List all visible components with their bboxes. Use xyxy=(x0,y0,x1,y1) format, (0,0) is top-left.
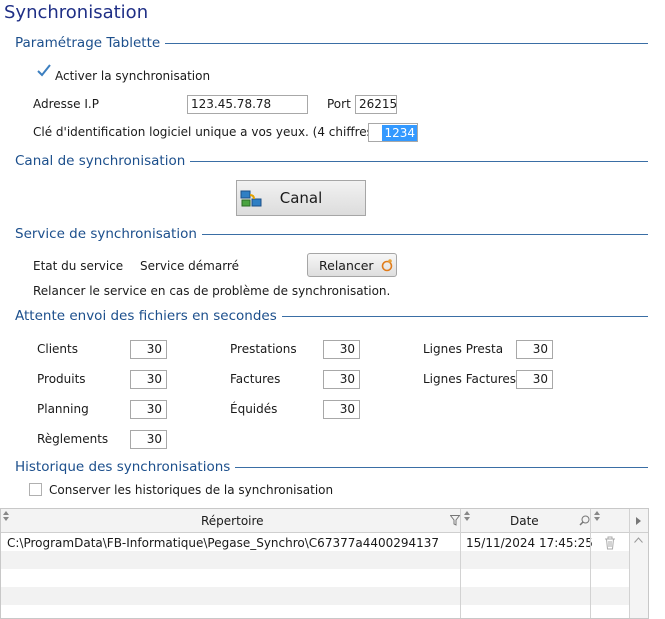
section-title-tablette: Paramétrage Tablette xyxy=(15,35,161,51)
relancer-hint: Relancer le service en cas de problème d… xyxy=(33,284,391,298)
cle-input-selected-text: 1234 xyxy=(382,125,417,141)
table-row[interactable]: C:\ProgramData\FB-Informatique\Pegase_Sy… xyxy=(1,533,631,551)
search-icon[interactable] xyxy=(579,515,590,526)
section-divider xyxy=(201,234,648,235)
relancer-button-label: Relancer xyxy=(319,257,374,273)
sort-icon[interactable] xyxy=(594,511,600,521)
conserver-label: Conserver les historiques de la synchron… xyxy=(49,483,334,497)
delete-icon[interactable] xyxy=(604,536,616,550)
planning-input[interactable]: 30 xyxy=(130,400,167,419)
scroll-up-icon[interactable] xyxy=(634,537,643,543)
section-header-tablette: Paramétrage Tablette xyxy=(15,34,648,52)
section-header-service: Service de synchronisation xyxy=(15,225,648,243)
activer-label: Activer la synchronisation xyxy=(55,69,211,83)
port-label: Port xyxy=(327,97,351,111)
produits-label: Produits xyxy=(37,372,86,386)
section-title-historique: Historique des synchronisations xyxy=(15,459,231,475)
cell-date: 15/11/2024 17:45:25 xyxy=(466,536,593,550)
reglements-label: Règlements xyxy=(37,432,109,446)
table-row-empty xyxy=(1,569,631,587)
adresse-ip-label: Adresse I.P xyxy=(33,97,99,111)
canal-button-label: Canal xyxy=(279,189,323,207)
table-row-empty xyxy=(1,605,631,618)
section-header-canal: Canal de synchronisation xyxy=(15,152,648,170)
prestations-input[interactable]: 30 xyxy=(323,340,360,359)
network-icon xyxy=(240,190,262,207)
clients-input[interactable]: 30 xyxy=(130,340,167,359)
equides-input[interactable]: 30 xyxy=(323,400,360,419)
table-row-empty xyxy=(1,587,631,605)
factures-label: Factures xyxy=(230,372,281,386)
sort-icon[interactable] xyxy=(3,511,9,521)
lignes-presta-input[interactable]: 30 xyxy=(516,340,553,359)
historique-grid: Répertoire Date C:\ProgramData\FB-Inform… xyxy=(0,508,649,619)
relancer-button[interactable]: Relancer xyxy=(307,253,397,277)
cell-repertoire: C:\ProgramData\FB-Informatique\Pegase_Sy… xyxy=(7,536,440,550)
port-input[interactable]: 26215 xyxy=(355,95,397,114)
column-separator xyxy=(590,509,591,618)
factures-input[interactable]: 30 xyxy=(323,370,360,389)
section-divider xyxy=(165,43,648,44)
restart-icon xyxy=(381,259,392,272)
adresse-ip-input[interactable]: 123.45.78.78 xyxy=(187,95,308,114)
reglements-input[interactable]: 30 xyxy=(130,430,167,449)
lignes-factures-input[interactable]: 30 xyxy=(516,370,553,389)
page-title: Synchronisation xyxy=(4,2,149,23)
sort-icon[interactable] xyxy=(464,511,470,521)
section-title-canal: Canal de synchronisation xyxy=(15,153,186,169)
section-header-attente: Attente envoi des fichiers en secondes xyxy=(15,307,648,325)
column-separator xyxy=(460,509,461,618)
section-divider xyxy=(190,161,648,162)
cle-input[interactable]: 1234 xyxy=(368,123,418,142)
scroll-right-icon[interactable] xyxy=(636,517,641,525)
vertical-scrollbar[interactable] xyxy=(630,533,648,618)
section-title-service: Service de synchronisation xyxy=(15,226,197,242)
clients-label: Clients xyxy=(37,342,78,356)
activer-checkbox[interactable] xyxy=(36,63,52,79)
produits-input[interactable]: 30 xyxy=(130,370,167,389)
cle-label: Clé d'identification logiciel unique a v… xyxy=(33,125,378,139)
table-row-empty xyxy=(1,551,631,569)
column-header-date[interactable]: Date xyxy=(510,514,539,528)
filter-icon[interactable] xyxy=(450,515,460,526)
grid-header: Répertoire Date xyxy=(1,509,648,533)
column-header-repertoire[interactable]: Répertoire xyxy=(201,514,264,528)
canal-button[interactable]: Canal xyxy=(236,180,366,216)
equides-label: Équidés xyxy=(230,402,278,416)
prestations-label: Prestations xyxy=(230,342,297,356)
section-header-historique: Historique des synchronisations xyxy=(15,458,648,476)
etat-service-label: Etat du service xyxy=(33,259,124,273)
lignes-presta-label: Lignes Presta xyxy=(423,342,504,356)
section-divider xyxy=(235,467,648,468)
section-title-attente: Attente envoi des fichiers en secondes xyxy=(15,308,277,324)
conserver-checkbox[interactable] xyxy=(29,483,42,496)
lignes-factures-label: Lignes Factures xyxy=(423,372,517,386)
planning-label: Planning xyxy=(37,402,89,416)
section-divider xyxy=(281,316,648,317)
etat-service-value: Service démarré xyxy=(140,259,239,273)
